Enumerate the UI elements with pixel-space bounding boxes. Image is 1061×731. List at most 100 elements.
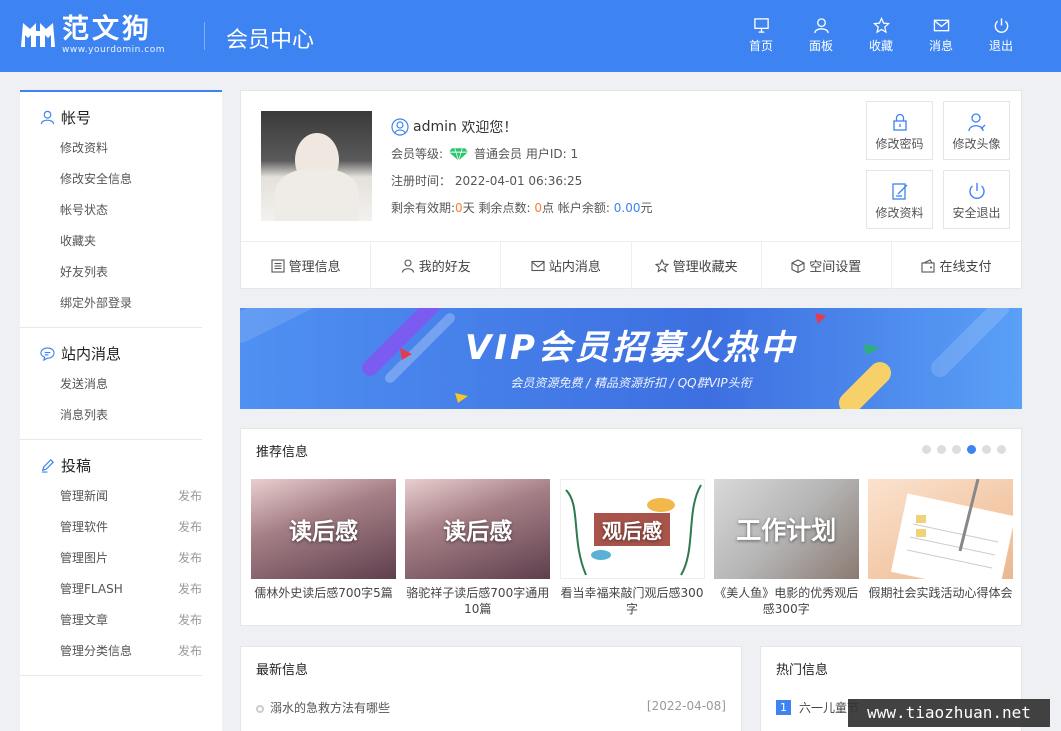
user-icon bbox=[40, 110, 55, 124]
section-title: 最新信息 bbox=[256, 663, 309, 678]
valid-label: 剩余有效期: bbox=[391, 201, 456, 215]
writing-hand-image bbox=[890, 479, 1013, 579]
register-value: 2022-04-01 06:36:25 bbox=[454, 173, 583, 188]
tab-my-friends[interactable]: 我的好友 bbox=[371, 242, 502, 289]
publish-link[interactable]: 发布 bbox=[178, 605, 202, 636]
sidebar-item-external-login[interactable]: 绑定外部登录 bbox=[40, 288, 202, 319]
publish-link[interactable]: 发布 bbox=[178, 512, 202, 543]
rank-badge: 1 bbox=[776, 700, 791, 715]
bullet-icon bbox=[256, 704, 264, 713]
edit-profile-button[interactable]: 修改资料 bbox=[866, 170, 933, 229]
card-thumbnail: 读后感 bbox=[405, 479, 551, 579]
sidebar-item-manage-news[interactable]: 管理新闻 发布 bbox=[40, 481, 202, 512]
edit-icon bbox=[891, 183, 907, 200]
balance-unit: 元 bbox=[640, 201, 653, 215]
uid-label: 用户ID: bbox=[525, 147, 567, 161]
hot-item[interactable]: 1 六一儿童节 bbox=[776, 699, 859, 716]
avatar[interactable] bbox=[261, 111, 372, 221]
uid-value: 1 bbox=[570, 146, 579, 161]
recommend-card[interactable]: 观后感 看当幸福来敲门观后感300字 bbox=[559, 479, 705, 617]
sidebar-item-manage-flash[interactable]: 管理FLASH 发布 bbox=[40, 574, 202, 605]
sidebar-item-manage-images[interactable]: 管理图片 发布 bbox=[40, 543, 202, 574]
nav-home[interactable]: 首页 bbox=[731, 17, 791, 54]
sidebar-item-label: 发送消息 bbox=[60, 377, 109, 391]
section-title: 热门信息 bbox=[776, 663, 829, 678]
username: admin bbox=[413, 118, 457, 135]
user-circle-icon bbox=[391, 117, 409, 136]
secure-logout-button[interactable]: 安全退出 bbox=[943, 170, 1010, 229]
page-title: 会员中心 bbox=[226, 28, 315, 53]
register-label: 注册时间： bbox=[391, 174, 452, 188]
top-header: 范文狗 www.yourdomin.com 会员中心 首页 面板 收藏 消息 退… bbox=[0, 0, 1061, 72]
user-edit-icon bbox=[967, 113, 985, 132]
sidebar-item-message-list[interactable]: 消息列表 bbox=[40, 400, 202, 431]
publish-link[interactable]: 发布 bbox=[178, 481, 202, 512]
vip-banner[interactable]: VIP会员招募火热中 会员资源免费 / 精品资源折扣 / QQ群VIP头衔 bbox=[240, 308, 1022, 409]
sidebar-item-manage-classifieds[interactable]: 管理分类信息 发布 bbox=[40, 636, 202, 667]
tab-site-messages[interactable]: 站内消息 bbox=[501, 242, 632, 289]
sidebar-group-title: 站内消息 bbox=[40, 341, 202, 365]
nav-messages-label: 消息 bbox=[928, 39, 953, 53]
publish-link[interactable]: 发布 bbox=[178, 636, 202, 667]
sidebar-item-security[interactable]: 修改安全信息 bbox=[40, 164, 202, 195]
tab-space-settings[interactable]: 空间设置 bbox=[762, 242, 892, 289]
sidebar-item-account-status[interactable]: 帐号状态 bbox=[40, 195, 202, 226]
sidebar-item-label: 管理软件 bbox=[60, 520, 109, 534]
tab-manage-info[interactable]: 管理信息 bbox=[241, 242, 372, 289]
thumbnail-text: 工作计划 bbox=[736, 516, 837, 545]
sidebar-item-edit-profile[interactable]: 修改资料 bbox=[40, 133, 202, 164]
sidebar-item-label: 消息列表 bbox=[60, 408, 109, 422]
nav-home-label: 首页 bbox=[748, 39, 773, 53]
welcome-text: 欢迎您！ bbox=[461, 119, 518, 136]
nav-messages[interactable]: 消息 bbox=[911, 17, 971, 54]
recommend-card[interactable]: 工作计划 《美人鱼》电影的优秀观后感300字 bbox=[713, 479, 859, 617]
thumbnail-text: 观后感 bbox=[594, 512, 670, 546]
star-icon bbox=[872, 17, 890, 34]
nav-favorites[interactable]: 收藏 bbox=[851, 17, 911, 54]
carousel-dot-active[interactable] bbox=[967, 445, 976, 454]
sidebar-item-label: 绑定外部登录 bbox=[60, 296, 133, 310]
sidebar-item-label: 收藏夹 bbox=[60, 234, 97, 248]
nav-logout-label: 退出 bbox=[988, 39, 1013, 53]
welcome-line: admin 欢迎您！ bbox=[391, 113, 653, 140]
change-password-button[interactable]: 修改密码 bbox=[866, 101, 933, 160]
recommend-card[interactable]: 读后感 儒林外史读后感700字5篇 bbox=[251, 479, 396, 617]
recommend-section: 推荐信息 读后感 儒林外史读后感700字5篇 读后感 骆驼祥子读后感700字通用… bbox=[240, 428, 1022, 626]
site-logo[interactable]: 范文狗 www.yourdomin.com bbox=[20, 14, 165, 56]
carousel-dot[interactable] bbox=[997, 445, 1006, 454]
nav-logout[interactable]: 退出 bbox=[971, 17, 1031, 54]
tab-manage-favorites[interactable]: 管理收藏夹 bbox=[632, 242, 762, 289]
recommend-card[interactable]: 读后感 骆驼祥子读后感700字通用10篇 bbox=[405, 479, 551, 617]
publish-link[interactable]: 发布 bbox=[178, 543, 202, 574]
avatar-sweater bbox=[275, 169, 359, 221]
nav-panel[interactable]: 面板 bbox=[791, 17, 851, 54]
sidebar-item-manage-articles[interactable]: 管理文章 发布 bbox=[40, 605, 202, 636]
news-item[interactable]: 溺水的急救方法有哪些 [2022-04-08] bbox=[256, 699, 726, 716]
sidebar-group-title-text: 站内消息 bbox=[61, 344, 122, 363]
tab-online-payment[interactable]: 在线支付 bbox=[892, 242, 1021, 289]
points-value: 0 bbox=[534, 200, 543, 215]
carousel-dot[interactable] bbox=[952, 445, 961, 454]
sidebar-item-favorites[interactable]: 收藏夹 bbox=[40, 226, 202, 257]
sidebar-item-manage-software[interactable]: 管理软件 发布 bbox=[40, 512, 202, 543]
sidebar-item-label: 好友列表 bbox=[60, 265, 109, 279]
tab-label: 我的好友 bbox=[418, 260, 471, 275]
logo-domain: www.yourdomin.com bbox=[62, 44, 165, 55]
list-icon bbox=[271, 258, 285, 273]
diamond-icon bbox=[449, 147, 469, 161]
sidebar-item-friends[interactable]: 好友列表 bbox=[40, 257, 202, 288]
latest-section: 最新信息 溺水的急救方法有哪些 [2022-04-08] bbox=[240, 646, 742, 731]
sidebar-item-send-message[interactable]: 发送消息 bbox=[40, 369, 202, 400]
change-avatar-button[interactable]: 修改头像 bbox=[943, 101, 1010, 160]
sidebar-item-label: 管理FLASH bbox=[60, 582, 123, 596]
balance-value: 0.00 bbox=[613, 200, 641, 215]
carousel-dot[interactable] bbox=[982, 445, 991, 454]
tab-label: 管理收藏夹 bbox=[672, 260, 738, 275]
card-title: 骆驼祥子读后感700字通用10篇 bbox=[406, 586, 550, 616]
publish-link[interactable]: 发布 bbox=[178, 574, 202, 605]
sidebar-item-label: 帐号状态 bbox=[60, 203, 109, 217]
carousel-dot[interactable] bbox=[922, 445, 931, 454]
carousel-dot[interactable] bbox=[937, 445, 946, 454]
change-avatar-label: 修改头像 bbox=[952, 137, 1001, 151]
recommend-card[interactable]: 假期社会实践活动心得体会 bbox=[868, 479, 1013, 617]
